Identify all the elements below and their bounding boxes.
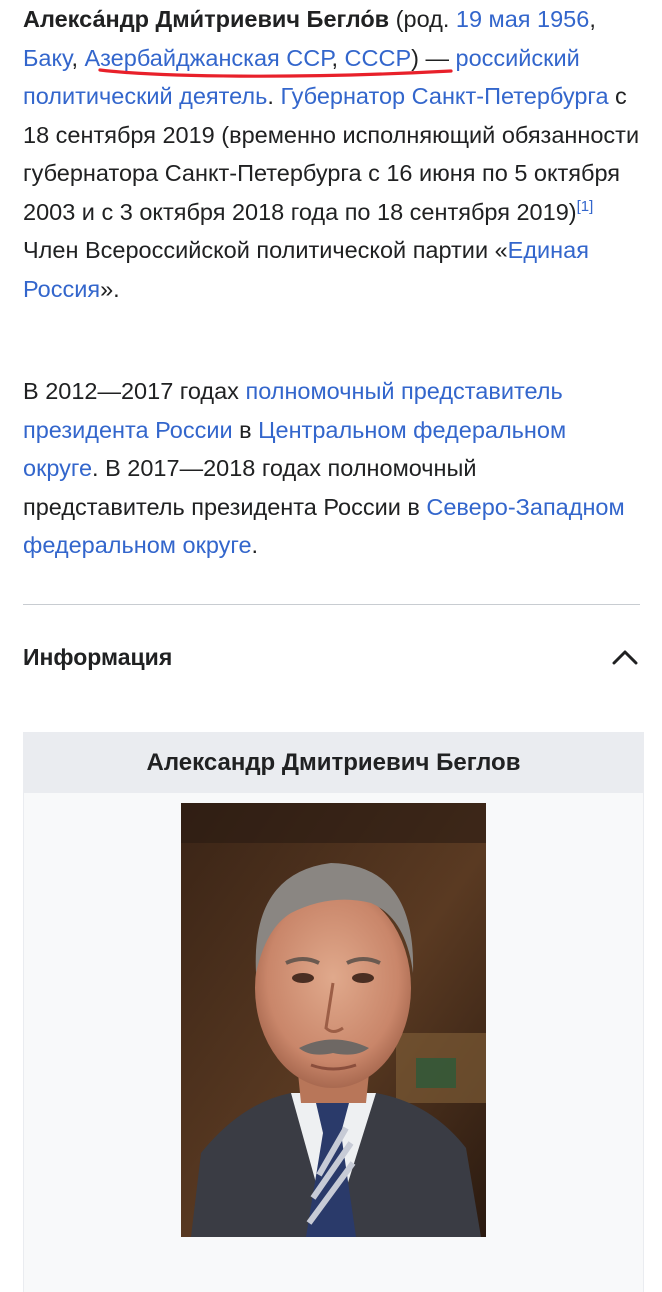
info-section-title: Информация: [23, 643, 173, 670]
info-section-header[interactable]: Информация: [23, 632, 640, 682]
infobox-title: Александр Дмитриевич Беглов: [24, 732, 643, 793]
infobox: Александр Дмитриевич Беглов: [23, 732, 644, 1292]
envoy-paragraph: В 2012—2017 годах полномочный представит…: [23, 378, 625, 558]
intro-paragraph: Алекса́ндр Дми́триевич Бегло́в (род. 19 …: [23, 6, 640, 302]
republic-link[interactable]: Азербайджанская ССР: [85, 45, 332, 71]
governor-link[interactable]: Губернатор Санкт-Петербурга: [280, 83, 608, 109]
birth-date-link[interactable]: 19 мая 1956: [456, 6, 589, 32]
birthplace-city-link[interactable]: Баку: [23, 45, 71, 71]
portrait-photo[interactable]: [181, 803, 486, 1237]
country-link[interactable]: СССР: [345, 45, 412, 71]
section-divider: [23, 604, 640, 605]
article-subject-name: Алекса́ндр Дми́триевич Бегло́в: [23, 6, 390, 32]
reference-link[interactable]: [1]: [577, 198, 594, 215]
chevron-up-icon[interactable]: [610, 642, 640, 672]
